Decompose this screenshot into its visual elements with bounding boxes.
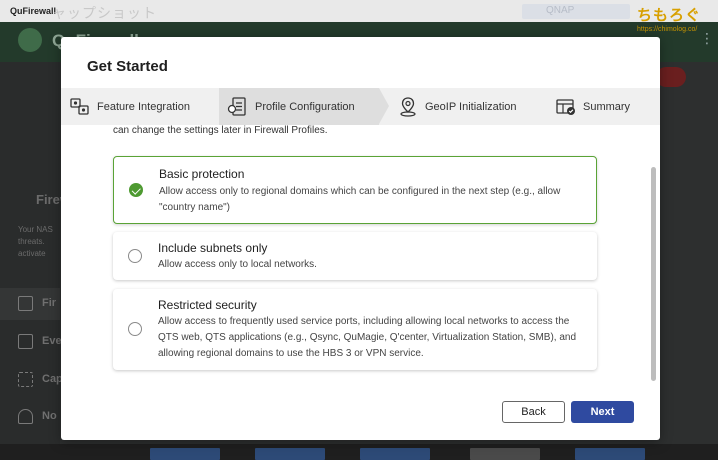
ghost-toolbar-text: QNAP [546, 5, 575, 16]
nav-item-notifications[interactable]: No [14, 405, 62, 431]
step-profile-configuration: Profile Configuration [227, 88, 355, 125]
profile-configuration-icon [227, 96, 249, 118]
firewall-icon [18, 296, 33, 311]
option-description: Allow access only to local networks. [158, 259, 317, 270]
intro-text: can change the settings later in Firewal… [113, 125, 328, 136]
window-title: QuFirewall [10, 6, 57, 16]
window-titlebar: QuFirewall ャップショット QNAP [0, 0, 718, 22]
taskbar-chip [575, 448, 645, 460]
wizard-stepper: Feature Integration Profile Configuratio… [61, 88, 660, 125]
scrollbar-thumb[interactable] [651, 167, 656, 381]
step-label: GeoIP Initialization [425, 100, 517, 113]
radio-icon[interactable] [128, 322, 142, 336]
step-label: Profile Configuration [255, 100, 355, 113]
watermark-logo: ちもろぐ [637, 7, 702, 24]
step-label: Feature Integration [97, 100, 190, 113]
option-description: Allow access to frequently used service … [158, 316, 577, 359]
option-restricted-security[interactable]: Restricted security Allow access to freq… [113, 289, 597, 370]
step-feature-integration: Feature Integration [69, 88, 190, 125]
next-button[interactable]: Next [571, 401, 634, 423]
site-watermark: ちもろぐ https://chimolog.co/ [637, 4, 715, 33]
active-step-arrow [379, 88, 389, 124]
nav-item-events[interactable]: Eve [14, 330, 62, 356]
taskbar-chip [150, 448, 220, 460]
app-logo-icon [18, 28, 42, 52]
option-basic-protection[interactable]: Basic protection Allow access only to re… [113, 156, 597, 224]
nav-item-firewall[interactable]: Fir [14, 292, 62, 318]
dialog-title: Get Started [87, 58, 168, 75]
step-summary: Summary [555, 88, 630, 125]
option-title: Basic protection [159, 167, 245, 181]
option-description: Allow access only to regional domains wh… [159, 186, 561, 213]
summary-icon [555, 96, 577, 118]
option-include-subnets[interactable]: Include subnets only Allow access only t… [113, 232, 597, 280]
get-started-dialog: Get Started Feature Integration Profile … [61, 37, 660, 440]
ghost-window-title: ャップショット [52, 5, 157, 21]
capture-icon [18, 372, 33, 387]
step-label: Summary [583, 100, 631, 113]
geoip-icon [397, 96, 419, 118]
radio-icon[interactable] [128, 249, 142, 263]
step-geoip-initialization: GeoIP Initialization [397, 88, 517, 125]
taskbar-chip [360, 448, 430, 460]
nav-item-capture[interactable]: Cap [14, 368, 63, 394]
option-title: Include subnets only [158, 241, 268, 255]
watermark-url: https://chimolog.co/ [637, 26, 698, 33]
notification-icon [18, 409, 33, 424]
left-panel [0, 62, 60, 460]
checked-radio-icon[interactable] [129, 183, 143, 197]
left-panel-description: Your NAS threats. activate [18, 225, 53, 258]
taskbar-chip [470, 448, 540, 460]
taskbar-chip [255, 448, 325, 460]
ghost-toolbar-block [522, 4, 630, 19]
event-log-icon [18, 334, 33, 349]
status-pill[interactable] [656, 67, 686, 87]
option-title: Restricted security [158, 298, 257, 312]
feature-integration-icon [69, 96, 91, 118]
back-button[interactable]: Back [502, 401, 565, 423]
